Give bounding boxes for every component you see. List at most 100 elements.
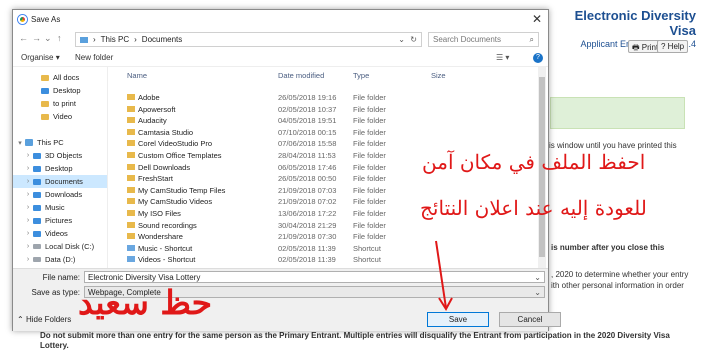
file-type: Shortcut [353, 255, 381, 265]
nav-item[interactable]: Video [13, 110, 107, 123]
nav-item-label: Desktop [45, 164, 73, 173]
nav-item[interactable]: › Documents [13, 175, 107, 188]
refresh-icon[interactable]: ↻ [410, 35, 417, 44]
folder-icon [127, 140, 135, 147]
chevron-right-icon[interactable]: › [23, 152, 33, 159]
file-date: 26/05/2018 00:50 [278, 174, 337, 184]
folder-icon [127, 198, 135, 205]
cube-icon [33, 152, 41, 159]
nav-item[interactable]: ▾ This PC [13, 136, 107, 149]
file-row[interactable]: Music - Shortcut 02/05/2018 11:39 Shortcut [109, 242, 529, 254]
view-options-icon[interactable]: ☰ ▾ [496, 53, 509, 62]
chevron-right-icon[interactable]: › [23, 243, 33, 250]
new-folder-button[interactable]: New folder [75, 53, 113, 62]
chevron-right-icon[interactable]: › [23, 217, 33, 224]
file-name: Music - Shortcut [138, 243, 193, 253]
hide-folders-label: Hide Folders [25, 315, 72, 324]
file-row[interactable]: Wondershare 21/09/2018 07:30 File folder [109, 230, 529, 242]
search-input[interactable]: Search Documents ⌕ [428, 32, 539, 47]
nav-item[interactable]: › Local Disk (C:) [13, 240, 107, 253]
column-name[interactable]: Name [127, 71, 147, 80]
nav-item-label: Music [45, 203, 65, 212]
column-type[interactable]: Type [353, 71, 369, 80]
file-date: 28/04/2018 11:53 [278, 151, 336, 160]
file-date: 21/09/2018 07:02 [278, 197, 337, 207]
file-name-value: Electronic Diversity Visa Lottery [88, 272, 201, 282]
recent-dropdown-icon[interactable]: ⌄ [44, 33, 52, 44]
address-dropdown-icon[interactable]: ⌄ [398, 35, 405, 44]
save-type-label: Save as type: [31, 288, 80, 297]
cancel-button[interactable]: Cancel [499, 312, 561, 327]
nav-item[interactable]: › Desktop [13, 162, 107, 175]
file-date: 02/05/2018 11:39 [278, 243, 336, 253]
chevron-right-icon[interactable]: › [23, 230, 33, 237]
chevron-down-icon[interactable]: ▾ [15, 139, 25, 147]
file-row[interactable]: Apowersoft 02/05/2018 10:37 File folder [109, 103, 529, 115]
nav-item[interactable]: › Data (D:) [13, 253, 107, 266]
music-icon [33, 204, 41, 211]
chevron-down-icon[interactable]: ⌄ [534, 273, 541, 282]
nav-item-label: Downloads [45, 190, 83, 199]
chrome-icon [18, 14, 27, 24]
chevron-down-icon[interactable]: ⌄ [534, 288, 541, 297]
file-row[interactable]: Audacity 04/05/2018 19:51 File folder [109, 114, 529, 126]
chevron-right-icon[interactable]: › [23, 191, 33, 198]
up-arrow-icon[interactable]: ↑ [57, 33, 62, 43]
nav-item[interactable]: › Music [13, 201, 107, 214]
nav-item[interactable]: › Downloads [13, 188, 107, 201]
nav-item[interactable]: › Videos [13, 227, 107, 240]
downloads-icon [33, 191, 41, 198]
file-row[interactable]: Corel VideoStudio Pro 07/06/2018 15:58 Fil… [109, 137, 529, 149]
pc-icon [25, 139, 33, 146]
file-name: My ISO Files [138, 209, 181, 218]
nav-item[interactable]: Desktop [13, 84, 107, 97]
breadcrumb-this-pc[interactable]: This PC [101, 35, 129, 44]
nav-item-label: to print [53, 99, 76, 108]
file-name: Camtasia Studio [138, 127, 194, 137]
dialog-title: Save As [31, 14, 61, 24]
hide-folders-toggle[interactable]: ⌃ Hide Folders [17, 315, 71, 324]
close-icon[interactable]: ✕ [532, 12, 542, 26]
address-bar[interactable]: › This PC › Documents ⌄ ↻ [75, 32, 422, 47]
chevron-right-icon[interactable]: › [23, 256, 33, 263]
nav-item-label: This PC [37, 138, 64, 147]
file-row[interactable]: Videos - Shortcut 02/05/2018 11:39 Shortcu… [109, 253, 529, 265]
file-type: File folder [353, 232, 386, 242]
file-row[interactable]: Sound recordings 30/04/2018 21:29 File fol… [109, 219, 529, 231]
chevron-right-icon[interactable]: › [23, 204, 33, 211]
nav-item[interactable]: › 3D Objects [13, 149, 107, 162]
annotation-line-3: حظ سعيد [78, 283, 213, 322]
file-type: File folder [353, 104, 386, 114]
save-button[interactable]: Save [427, 312, 489, 327]
file-date: 02/05/2018 10:37 [278, 104, 337, 114]
organise-button[interactable]: Organise ▾ [21, 53, 60, 62]
annotation-line-2: للعودة إليه عند اعلان النتائج [420, 196, 647, 220]
file-name-field[interactable]: Electronic Diversity Visa Lottery ⌄ [84, 271, 545, 283]
nav-item[interactable]: All docs [13, 71, 107, 84]
help-icon[interactable]: ? [533, 53, 543, 63]
folder-icon [41, 74, 49, 81]
shortcut-icon [127, 256, 135, 263]
help-button[interactable]: ? Help [657, 40, 689, 53]
chevron-right-icon[interactable]: › [23, 165, 33, 172]
nav-item-label: Videos [45, 229, 68, 238]
forward-arrow-icon[interactable]: → [32, 33, 41, 43]
back-arrow-icon[interactable]: ← [19, 33, 28, 43]
instruction-text-2020: , 2020 to determine whether your entry [551, 270, 689, 279]
nav-item[interactable]: › Pictures [13, 214, 107, 227]
folder-icon [127, 94, 135, 100]
chevron-right-icon[interactable]: › [23, 178, 33, 185]
pc-small-icon [80, 36, 88, 43]
breadcrumb-documents[interactable]: Documents [142, 35, 182, 44]
folder-icon [127, 117, 135, 124]
annotation-line-1: احفظ الملف في مكان آمن [422, 150, 646, 174]
file-row[interactable]: Camtasia Studio 07/10/2018 00:15 File fold… [109, 126, 529, 138]
nav-item-label: Video [53, 112, 73, 121]
file-row[interactable]: Adobe 26/05/2018 19:16 File folder [109, 91, 529, 103]
file-row[interactable]: My CamStudio Temp Files 21/09/2018 07:03 F… [109, 184, 529, 196]
column-date-modified[interactable]: Date modified [278, 71, 324, 80]
nav-item[interactable]: to print [13, 97, 107, 110]
file-date: 21/09/2018 07:30 [278, 232, 337, 242]
videos-icon [33, 230, 41, 237]
column-size[interactable]: Size [431, 71, 446, 80]
